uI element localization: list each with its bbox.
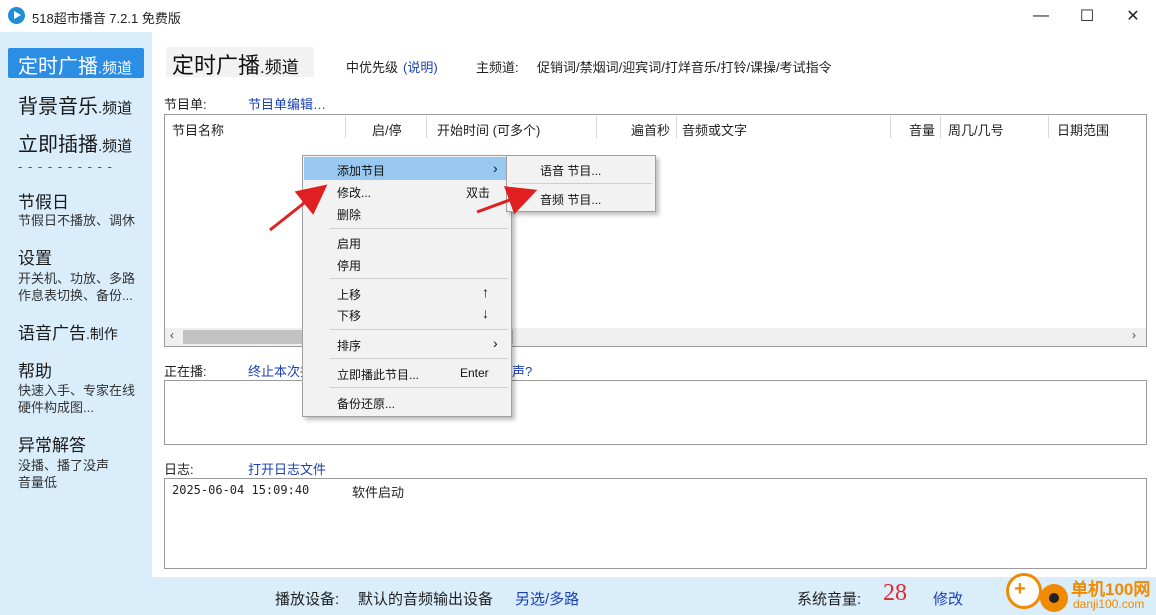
log-entry-time: 2025-06-04 15:09:40	[172, 483, 310, 497]
page-title: 定时广播.频道	[172, 48, 299, 80]
column-header-audio-text[interactable]: 音频或文字	[682, 120, 747, 139]
close-button[interactable]: ✕	[1110, 0, 1156, 32]
menu-add-program-label: 添加节目	[337, 164, 386, 178]
maximize-button[interactable]: ☐	[1064, 0, 1110, 32]
scroll-right-icon[interactable]: ›	[1132, 328, 1136, 342]
nav-settings-sub2: 作息表切换、备份...	[18, 288, 133, 303]
column-header-start-time[interactable]: 开始时间 (可多个)	[437, 120, 540, 139]
nav-holiday-sub: 节假日不播放、调休	[18, 213, 136, 228]
menu-separator	[330, 387, 508, 388]
no-sound-link[interactable]: 声?	[512, 361, 532, 380]
menu-item-disable[interactable]: 停用	[337, 257, 361, 274]
nav-background-music[interactable]: 背景音乐.频道	[18, 90, 132, 119]
submenu-item-audio-program[interactable]: 音频 节目...	[540, 191, 601, 208]
volume-modify-link[interactable]: 修改	[933, 588, 963, 609]
nav-help-sub1: 快速入手、专家在线	[18, 383, 136, 398]
priority-explain-link[interactable]: (说明)	[403, 57, 438, 76]
column-separator	[345, 116, 346, 138]
menu-item-add-program[interactable]	[304, 157, 510, 180]
nav-instant-suffix: .频道	[98, 138, 133, 155]
log-box	[164, 478, 1147, 569]
menu-separator	[330, 278, 508, 279]
now-playing-label: 正在播:	[164, 364, 207, 379]
menu-separator	[330, 358, 508, 359]
open-log-link[interactable]: 打开日志文件	[248, 459, 326, 478]
menu-item-sort[interactable]: 排序	[337, 337, 361, 354]
column-separator	[1048, 116, 1049, 138]
column-separator	[426, 116, 427, 138]
menu-modify-accel: 双击	[466, 186, 491, 200]
volume-label: 系统音量:	[797, 591, 862, 608]
page-title-main: 定时广播	[172, 53, 261, 78]
submenu-separator	[512, 183, 652, 184]
menu-separator	[330, 329, 508, 330]
nav-scheduled-label: 定时广播	[18, 56, 98, 78]
nav-faq[interactable]: 异常解答	[18, 431, 86, 456]
nav-faq-sub2: 音量低	[18, 475, 58, 490]
column-separator	[676, 116, 677, 138]
scroll-left-icon[interactable]: ‹	[170, 328, 174, 342]
nav-bgm-suffix: .频道	[98, 100, 133, 117]
watermark-url: danji100.com	[1073, 597, 1145, 611]
menu-item-delete[interactable]: 删除	[337, 206, 361, 223]
priority-text: 中优先级	[346, 60, 399, 75]
menu-item-play-now[interactable]: 立即播此节目...	[337, 366, 419, 383]
arrow-down-icon: ↓	[482, 305, 489, 321]
device-value: 默认的音频输出设备	[358, 591, 494, 608]
column-header-weekday[interactable]: 周几/几号	[948, 120, 1004, 139]
log-label: 日志:	[164, 462, 194, 477]
program-list-label: 节目单:	[164, 97, 207, 112]
column-header-enabled[interactable]: 启/停	[372, 120, 402, 139]
column-header-date-range[interactable]: 日期范围	[1057, 120, 1109, 139]
program-list-edit-link[interactable]: 节目单编辑…	[248, 94, 326, 113]
submenu-arrow-icon: ›	[493, 160, 498, 176]
nav-settings-sub1: 开关机、功放、多路	[18, 271, 136, 286]
arrow-up-icon: ↑	[482, 284, 489, 300]
nav-instant-label: 立即插播	[18, 134, 98, 156]
nav-scheduled-suffix: .频道	[98, 60, 133, 77]
volume-value: 28	[883, 580, 907, 606]
log-entry-message: 软件启动	[352, 485, 405, 500]
column-header-volume[interactable]: 音量	[909, 120, 935, 139]
menu-item-backup-restore[interactable]: 备份还原...	[337, 395, 395, 412]
device-select-link[interactable]: 另选/多路	[515, 588, 579, 609]
nav-faq-sub1: 没播、播了没声	[18, 458, 110, 473]
menu-item-move-down[interactable]: 下移	[337, 307, 361, 324]
nav-instant-insert[interactable]: 立即插播.频道	[18, 128, 132, 157]
nav-holiday[interactable]: 节假日	[18, 188, 69, 213]
device-label: 播放设备:	[275, 591, 340, 608]
nav-help[interactable]: 帮助	[18, 357, 52, 382]
main-channel-label: 主频道:	[476, 60, 519, 75]
page-title-suffix: .频道	[260, 58, 299, 77]
menu-item-move-up[interactable]: 上移	[337, 286, 361, 303]
nav-voice-ad[interactable]: 语音广告.制作	[18, 319, 118, 344]
main-channel-value: 促销词/禁烟词/迎宾词/打烊音乐/打铃/课操/考试指令	[537, 60, 832, 75]
column-separator	[596, 116, 597, 138]
nav-help-sub2: 硬件构成图...	[18, 400, 94, 415]
nav-voice-ad-label: 语音广告	[18, 324, 86, 343]
watermark-plus-icon: +	[1014, 578, 1026, 600]
watermark-dot-inner-icon	[1049, 593, 1059, 603]
sidebar-divider: - - - - - - - - - -	[18, 159, 113, 174]
app-play-icon	[8, 7, 25, 24]
minimize-button[interactable]: —	[1018, 0, 1064, 32]
sort-submenu-arrow-icon: ›	[493, 335, 498, 351]
nav-voice-ad-suffix: .制作	[86, 326, 118, 342]
column-header-name[interactable]: 节目名称	[172, 120, 224, 139]
menu-separator	[330, 228, 508, 229]
menu-play-now-accel: Enter	[460, 366, 489, 380]
menu-item-enable[interactable]: 启用	[337, 235, 361, 252]
nav-bgm-label: 背景音乐	[18, 96, 98, 118]
window-title: 518超市播音 7.2.1 免费版	[32, 11, 181, 26]
column-header-repeat-seconds[interactable]: 遍首秒	[631, 120, 670, 139]
column-separator	[940, 116, 941, 138]
column-separator	[890, 116, 891, 138]
menu-item-modify[interactable]: 修改...	[337, 184, 371, 201]
submenu-item-voice-program[interactable]: 语音 节目...	[540, 162, 601, 179]
nav-scheduled-broadcast[interactable]: 定时广播.频道	[8, 48, 144, 78]
nav-settings[interactable]: 设置	[18, 244, 52, 269]
